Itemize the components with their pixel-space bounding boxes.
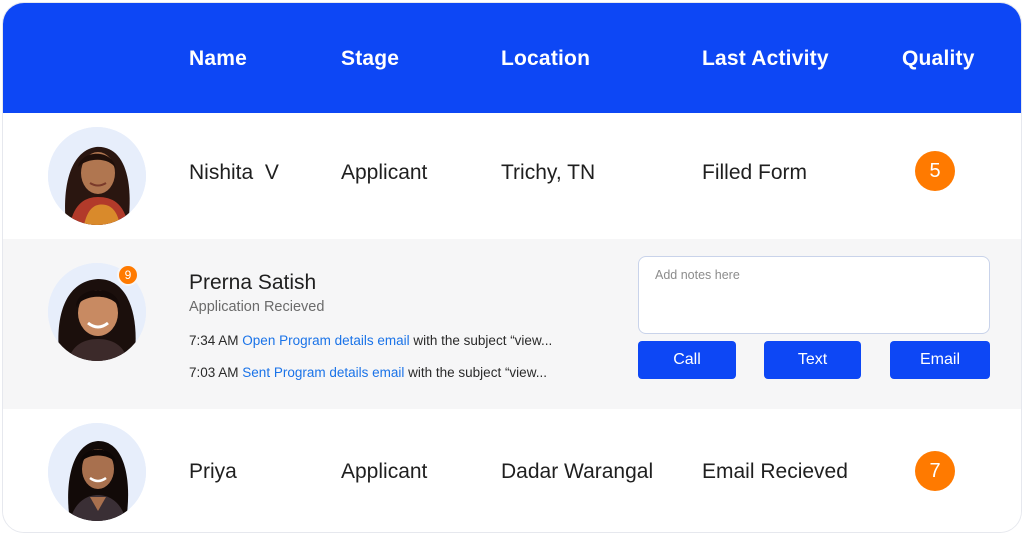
activity-time: 7:03 AM xyxy=(189,365,239,380)
column-header-location[interactable]: Location xyxy=(501,47,590,71)
leads-table-card: Name Stage Location Last Activity Qualit… xyxy=(2,2,1022,533)
column-header-last-activity[interactable]: Last Activity xyxy=(702,47,829,71)
lead-location: Trichy, TN xyxy=(501,161,596,184)
notes-input[interactable] xyxy=(638,256,990,334)
lead-stage: Applicant xyxy=(341,460,428,483)
activity-link[interactable]: Open Program details email xyxy=(242,333,409,348)
lead-last-activity: Email Recieved xyxy=(702,460,848,483)
avatar-photo-woman-icon xyxy=(48,423,146,521)
lead-name[interactable]: Prerna Satish xyxy=(189,271,316,295)
quality-score-badge: 7 xyxy=(915,451,955,491)
lead-name[interactable]: Priya xyxy=(189,460,237,484)
activity-log-item: 7:03 AM Sent Program details email with … xyxy=(189,365,547,380)
expanded-table-row: 9 Prerna Satish Application Recieved 7:3… xyxy=(3,239,1021,409)
lead-status: Application Recieved xyxy=(189,299,325,315)
activity-detail: with the subject “view... xyxy=(413,333,553,348)
call-button[interactable]: Call xyxy=(638,341,736,379)
notification-count-badge: 9 xyxy=(117,264,139,286)
avatar-photo-woman-icon xyxy=(48,127,146,225)
text-button[interactable]: Text xyxy=(764,341,861,379)
email-button[interactable]: Email xyxy=(890,341,990,379)
lead-name[interactable]: Nishita V xyxy=(189,161,279,185)
activity-log-item: 7:34 AM Open Program details email with … xyxy=(189,333,552,348)
lead-location: Dadar Warangal xyxy=(501,460,654,483)
activity-detail: with the subject “view... xyxy=(408,365,547,380)
column-header-quality[interactable]: Quality xyxy=(902,47,975,71)
column-header-name[interactable]: Name xyxy=(189,47,247,71)
activity-time: 7:34 AM xyxy=(189,333,239,348)
table-header: Name Stage Location Last Activity Qualit… xyxy=(3,3,1021,113)
column-header-stage[interactable]: Stage xyxy=(341,47,399,71)
lead-stage: Applicant xyxy=(341,161,428,184)
activity-link[interactable]: Sent Program details email xyxy=(242,365,404,380)
lead-last-activity: Filled Form xyxy=(702,161,808,184)
table-row[interactable]: Priya Applicant Dadar Warangal Email Rec… xyxy=(3,409,1021,532)
table-row[interactable]: Nishita V Applicant Trichy, TN Filled Fo… xyxy=(3,113,1021,239)
quality-score-badge: 5 xyxy=(915,151,955,191)
